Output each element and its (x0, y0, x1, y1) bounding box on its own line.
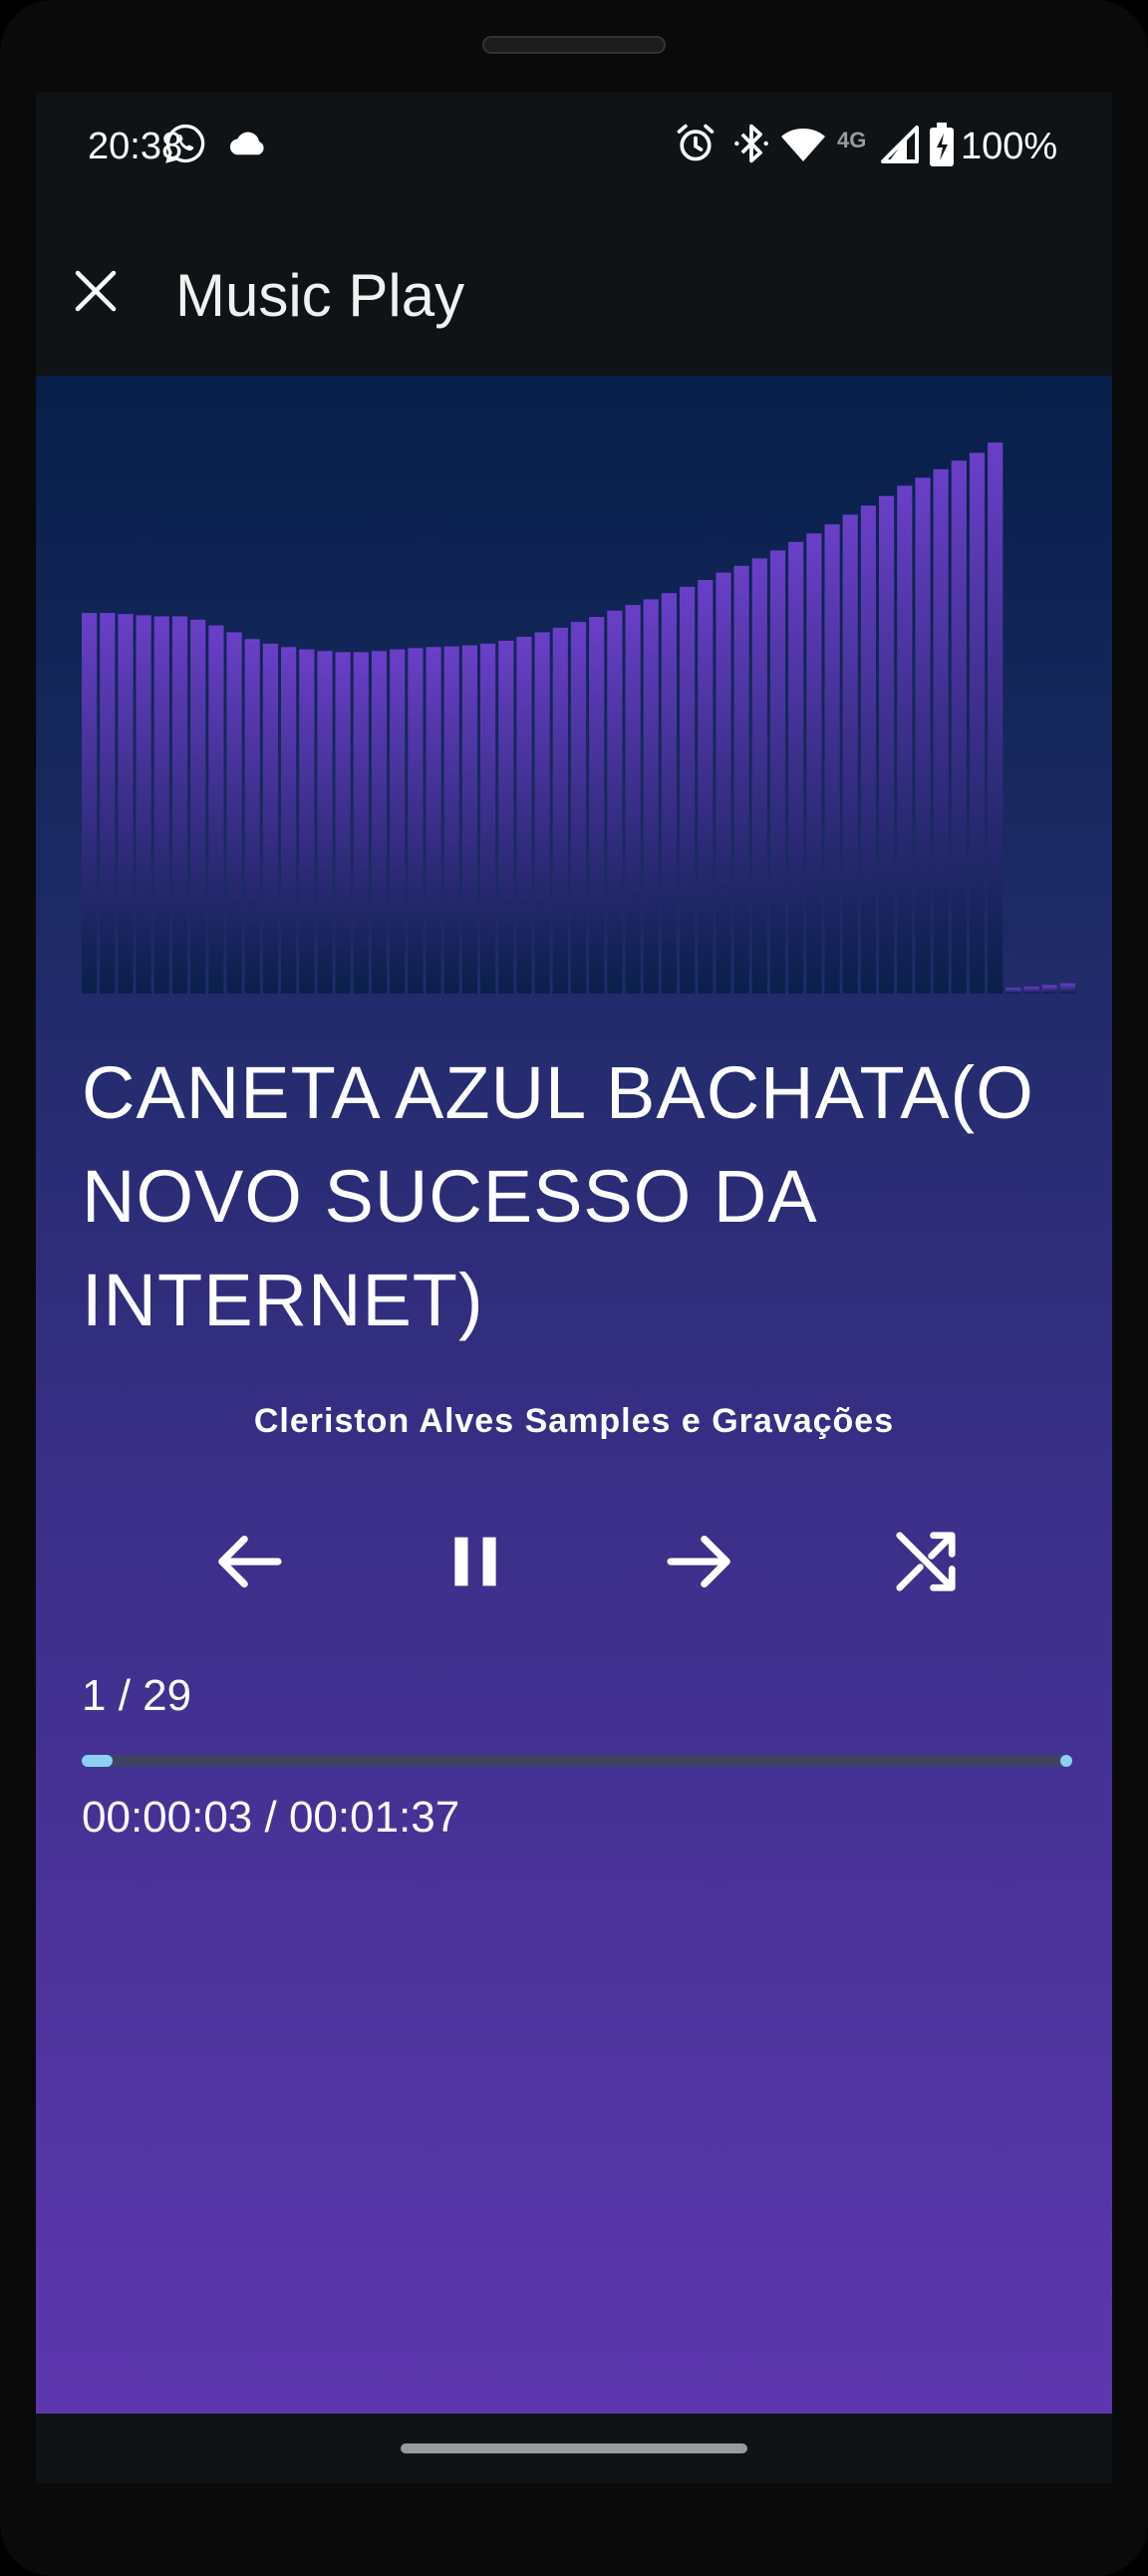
visualizer-bar (82, 613, 98, 994)
visualizer-bar (625, 605, 641, 994)
network-type-label: 4G (837, 128, 867, 152)
visualizer-bar (208, 625, 224, 994)
shuffle-icon (896, 1532, 956, 1591)
visualizer-bar (716, 572, 731, 994)
visualizer-bar (371, 651, 388, 994)
visualizer-bar (698, 580, 714, 994)
visualizer-bar (480, 643, 496, 994)
pause-icon (454, 1537, 496, 1586)
visualizer-bar (1005, 988, 1021, 994)
alarm-icon (677, 124, 715, 161)
visualizer-bar (118, 614, 134, 994)
visualizer-bar (281, 647, 297, 994)
audio-visualizer (82, 442, 1075, 994)
app-bar: Music Play (36, 211, 1112, 376)
visualizer-bar (933, 468, 949, 994)
wifi-icon (781, 129, 825, 161)
visualizer-bar (661, 593, 677, 994)
shuffle-button[interactable] (881, 1517, 971, 1606)
visualizer-bar (897, 485, 913, 994)
visualizer-bar (788, 541, 804, 994)
visualizer-bar (299, 649, 315, 994)
screen: 20:38 4G 100% Music Play CANETA AZUL BAC… (36, 92, 1112, 2483)
visualizer-bar (408, 648, 424, 994)
next-button[interactable] (656, 1517, 745, 1606)
visualizer-bar (516, 637, 532, 994)
visualizer-bar (969, 452, 986, 994)
phone-frame: 20:38 4G 100% Music Play CANETA AZUL BAC… (0, 0, 1148, 2576)
seek-bar-progress (82, 1755, 113, 1767)
home-gesture-bar[interactable] (401, 2443, 747, 2453)
visualizer-bar (317, 651, 333, 994)
visualizer-bar (244, 639, 260, 994)
visualizer-bar (607, 610, 623, 994)
artist-name: Cleriston Alves Samples e Gravações (253, 1402, 895, 1440)
visualizer-bar (426, 647, 441, 994)
visualizer-bar (498, 641, 514, 994)
visualizer-bar (988, 442, 1004, 994)
player-content: CANETA AZUL BACHATA(O NOVO SUCESSO DA IN… (36, 376, 1112, 2414)
visualizer-bar (171, 616, 188, 994)
close-icon[interactable] (58, 253, 134, 329)
visualizer-bar (751, 558, 767, 994)
previous-button[interactable] (203, 1517, 293, 1606)
visualizer-bar (1041, 985, 1057, 994)
visualizer-bar (262, 643, 278, 994)
visualizer-bar (1023, 987, 1039, 994)
visualizer-bar (589, 617, 605, 994)
visualizer-bar (461, 645, 477, 994)
seek-bar[interactable] (82, 1755, 1072, 1767)
visualizer-bar (824, 524, 840, 994)
page-title: Music Play (175, 262, 465, 329)
song-title: CANETA AZUL BACHATA(O NOVO SUCESSO DA IN… (82, 1051, 1034, 1341)
bluetooth-icon (734, 124, 768, 163)
arrow-right-icon (667, 1535, 730, 1588)
visualizer-bar (951, 460, 967, 994)
visualizer-bar (443, 646, 459, 994)
battery-percentage: 100% (961, 126, 1058, 167)
visualizer-bar (915, 477, 931, 994)
signal-icon (881, 126, 919, 163)
phone-speaker (482, 36, 666, 54)
visualizer-bar (190, 619, 206, 994)
visualizer-bar (570, 622, 587, 994)
playback-time: 00:00:03 / 00:01:37 (82, 1793, 460, 1842)
visualizer-bar (100, 613, 116, 994)
visualizer-bar (153, 616, 169, 994)
battery-charging-icon (930, 123, 954, 166)
visualizer-bar (733, 565, 749, 994)
track-position: 1 / 29 (82, 1671, 192, 1720)
visualizer-bar (860, 505, 876, 994)
seek-bar-end-marker (1060, 1755, 1072, 1767)
visualizer-bar (534, 632, 550, 994)
visualizer-bar (879, 495, 895, 994)
visualizer-bar (842, 514, 858, 994)
visualizer-bar (680, 586, 696, 994)
visualizer-bar (806, 533, 822, 994)
cloud-icon (229, 132, 264, 155)
visualizer-bar (552, 627, 568, 994)
visualizer-bar (136, 615, 151, 994)
status-bar: 20:38 4G 100% (36, 92, 1112, 211)
arrow-left-icon (218, 1535, 282, 1588)
visualizer-bar (353, 652, 369, 994)
visualizer-bar (769, 550, 786, 994)
visualizer-bar (643, 599, 659, 994)
visualizer-bar (390, 649, 406, 994)
pause-button[interactable] (430, 1517, 520, 1606)
visualizer-bar (1059, 983, 1075, 994)
whatsapp-icon (165, 124, 205, 163)
navigation-bar (36, 2414, 1112, 2483)
visualizer-bar (226, 632, 242, 994)
visualizer-bar (335, 652, 351, 994)
